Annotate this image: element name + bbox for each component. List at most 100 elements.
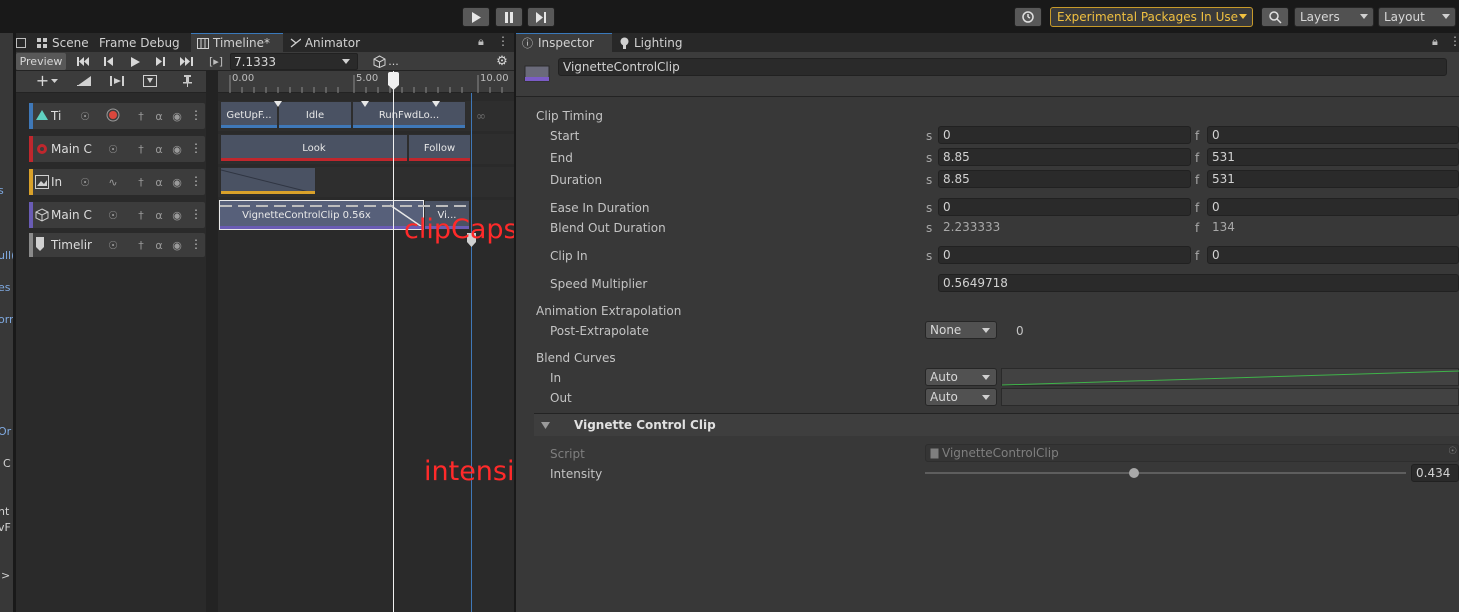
search-button[interactable]: [1261, 7, 1289, 27]
record-button[interactable]: [105, 107, 121, 123]
playhead-handle[interactable]: [388, 72, 399, 90]
ease-in-seconds-field[interactable]: 0: [938, 198, 1191, 216]
intensity-value-field[interactable]: 0.434: [1411, 464, 1459, 482]
track-header-vignette[interactable]: Main C ☉ † ⍺ ◉ ⋮: [29, 202, 205, 228]
track-header-timeline[interactable]: Timelir ☉ † ⍺ ◉ ⋮: [29, 233, 205, 257]
pin-icon[interactable]: †: [133, 141, 149, 157]
component-header[interactable]: Vignette Control Clip: [534, 414, 1459, 436]
intensity-slider[interactable]: [925, 464, 1406, 482]
eye-icon[interactable]: ◉: [169, 108, 185, 124]
lock-icon[interactable]: 🔒︎: [478, 35, 484, 49]
tab-frame-debug[interactable]: Frame Debug: [93, 33, 193, 52]
ripple-button[interactable]: [106, 72, 128, 89]
timeline-clip[interactable]: Follow: [408, 134, 471, 162]
ease-in-frames-field[interactable]: 0: [1207, 198, 1459, 216]
pin-icon[interactable]: †: [133, 108, 149, 124]
pin-icon[interactable]: †: [133, 207, 149, 223]
time-ruler[interactable]: 0.00 5.00 10.00: [218, 71, 514, 93]
pin-icon[interactable]: †: [133, 237, 149, 253]
end-frames-field[interactable]: 531: [1207, 148, 1459, 166]
timeline-settings-button[interactable]: ⚙: [494, 53, 510, 70]
timeline-tabbar: Scene Frame Debug Timeline* Animator 🔒︎ …: [16, 33, 514, 52]
go-to-start-button[interactable]: [74, 53, 92, 70]
experimental-packages-dropdown[interactable]: Experimental Packages In Use: [1050, 7, 1253, 27]
start-frames-field[interactable]: 0: [1207, 126, 1459, 144]
lock-icon[interactable]: ⍺: [151, 174, 167, 190]
eye-icon[interactable]: ◉: [169, 237, 185, 253]
timeline-clip[interactable]: RunFwdLo...: [352, 101, 466, 129]
lock-icon[interactable]: 🔒︎: [1432, 35, 1438, 49]
lock-icon[interactable]: ⍺: [151, 141, 167, 157]
pin-button[interactable]: [180, 72, 194, 89]
target-icon[interactable]: ☉: [105, 207, 121, 223]
history-button[interactable]: [1014, 7, 1042, 27]
track-header-activation[interactable]: Ti ☉ † ⍺ ◉ ⋮: [29, 103, 205, 129]
timeline-clip[interactable]: [220, 167, 316, 195]
step-button[interactable]: [527, 7, 555, 27]
lock-icon[interactable]: ⍺: [151, 108, 167, 124]
post-extrapolate-dropdown[interactable]: None: [925, 321, 997, 339]
blend-out-dropdown[interactable]: Auto: [925, 388, 997, 406]
eye-icon[interactable]: ◉: [169, 207, 185, 223]
target-icon[interactable]: ☉: [105, 237, 121, 253]
play-range-button[interactable]: [▸]: [204, 53, 228, 70]
tab-animator[interactable]: Animator: [284, 33, 366, 52]
chevron-down-icon[interactable]: [340, 53, 352, 70]
next-frame-button[interactable]: [152, 53, 170, 70]
eye-icon[interactable]: ◉: [169, 174, 185, 190]
kebab-menu-icon[interactable]: ⋮: [190, 174, 202, 188]
preview-button[interactable]: Preview: [16, 53, 66, 70]
speed-multiplier-field[interactable]: 0.5649718: [938, 274, 1459, 292]
timeline-splitter[interactable]: [206, 71, 218, 612]
duration-frames-field[interactable]: 531: [1207, 170, 1459, 188]
unit-seconds: s: [926, 221, 933, 235]
add-track-button[interactable]: +: [33, 71, 61, 90]
timeline-clip[interactable]: GetUpF...: [220, 101, 278, 129]
clip-in-frames-field[interactable]: 0: [1207, 246, 1459, 264]
go-to-end-button[interactable]: [177, 53, 197, 70]
tab-scene[interactable]: Scene: [30, 33, 96, 52]
kebab-menu-icon[interactable]: ⋮: [190, 141, 202, 155]
lock-icon[interactable]: ⍺: [151, 207, 167, 223]
target-icon[interactable]: ☉: [105, 141, 121, 157]
time-field[interactable]: 7.1333: [230, 53, 358, 70]
layers-dropdown[interactable]: Layers: [1294, 7, 1374, 27]
tab-lighting[interactable]: Lighting: [614, 33, 690, 52]
tab-inspector[interactable]: ⓘ Inspector: [516, 33, 612, 52]
object-name-field[interactable]: VignetteControlClip: [558, 58, 1447, 76]
lock-icon[interactable]: ⍺: [151, 237, 167, 253]
timeline-clip[interactable]: Idle: [278, 101, 352, 129]
play-button[interactable]: [462, 7, 490, 27]
clip-in-seconds-field[interactable]: 0: [938, 246, 1191, 264]
kebab-menu-icon[interactable]: ⋮: [497, 34, 509, 48]
playhead-icon: [388, 72, 399, 90]
duration-seconds-field[interactable]: 8.85: [938, 170, 1191, 188]
timeline-clip[interactable]: Look: [220, 134, 408, 162]
target-icon[interactable]: ☉: [77, 108, 93, 124]
layout-dropdown[interactable]: Layout: [1378, 7, 1456, 27]
track-header-animation[interactable]: Main C ☉ † ⍺ ◉ ⋮: [29, 136, 205, 162]
kebab-menu-icon[interactable]: ⋮: [1449, 34, 1459, 48]
eye-icon[interactable]: ◉: [169, 141, 185, 157]
previous-frame-button[interactable]: [100, 53, 118, 70]
blend-in-curve-field[interactable]: [1001, 368, 1459, 386]
target-icon[interactable]: ☉: [77, 174, 93, 190]
field-value: 0: [1212, 200, 1220, 214]
tab-timeline[interactable]: Timeline*: [191, 33, 283, 52]
blend-in-dropdown[interactable]: Auto: [925, 368, 997, 386]
curves-icon[interactable]: ∿: [105, 174, 121, 190]
kebab-menu-icon[interactable]: ⋮: [190, 108, 202, 122]
timeline-play-button[interactable]: [126, 53, 144, 70]
start-seconds-field[interactable]: 0: [938, 126, 1191, 144]
pin-icon[interactable]: †: [133, 174, 149, 190]
end-seconds-field[interactable]: 8.85: [938, 148, 1191, 166]
snap-button[interactable]: [72, 72, 96, 89]
pause-button[interactable]: [495, 7, 523, 27]
edit-mode-button[interactable]: [138, 72, 162, 89]
blend-out-curve-field[interactable]: [1001, 388, 1459, 406]
kebab-menu-icon[interactable]: ⋮: [190, 237, 202, 251]
slider-thumb[interactable]: [1129, 468, 1139, 478]
track-header-image[interactable]: In ☉ ∿ † ⍺ ◉ ⋮: [29, 169, 205, 195]
asset-selector[interactable]: ...: [366, 53, 406, 70]
kebab-menu-icon[interactable]: ⋮: [190, 207, 202, 221]
